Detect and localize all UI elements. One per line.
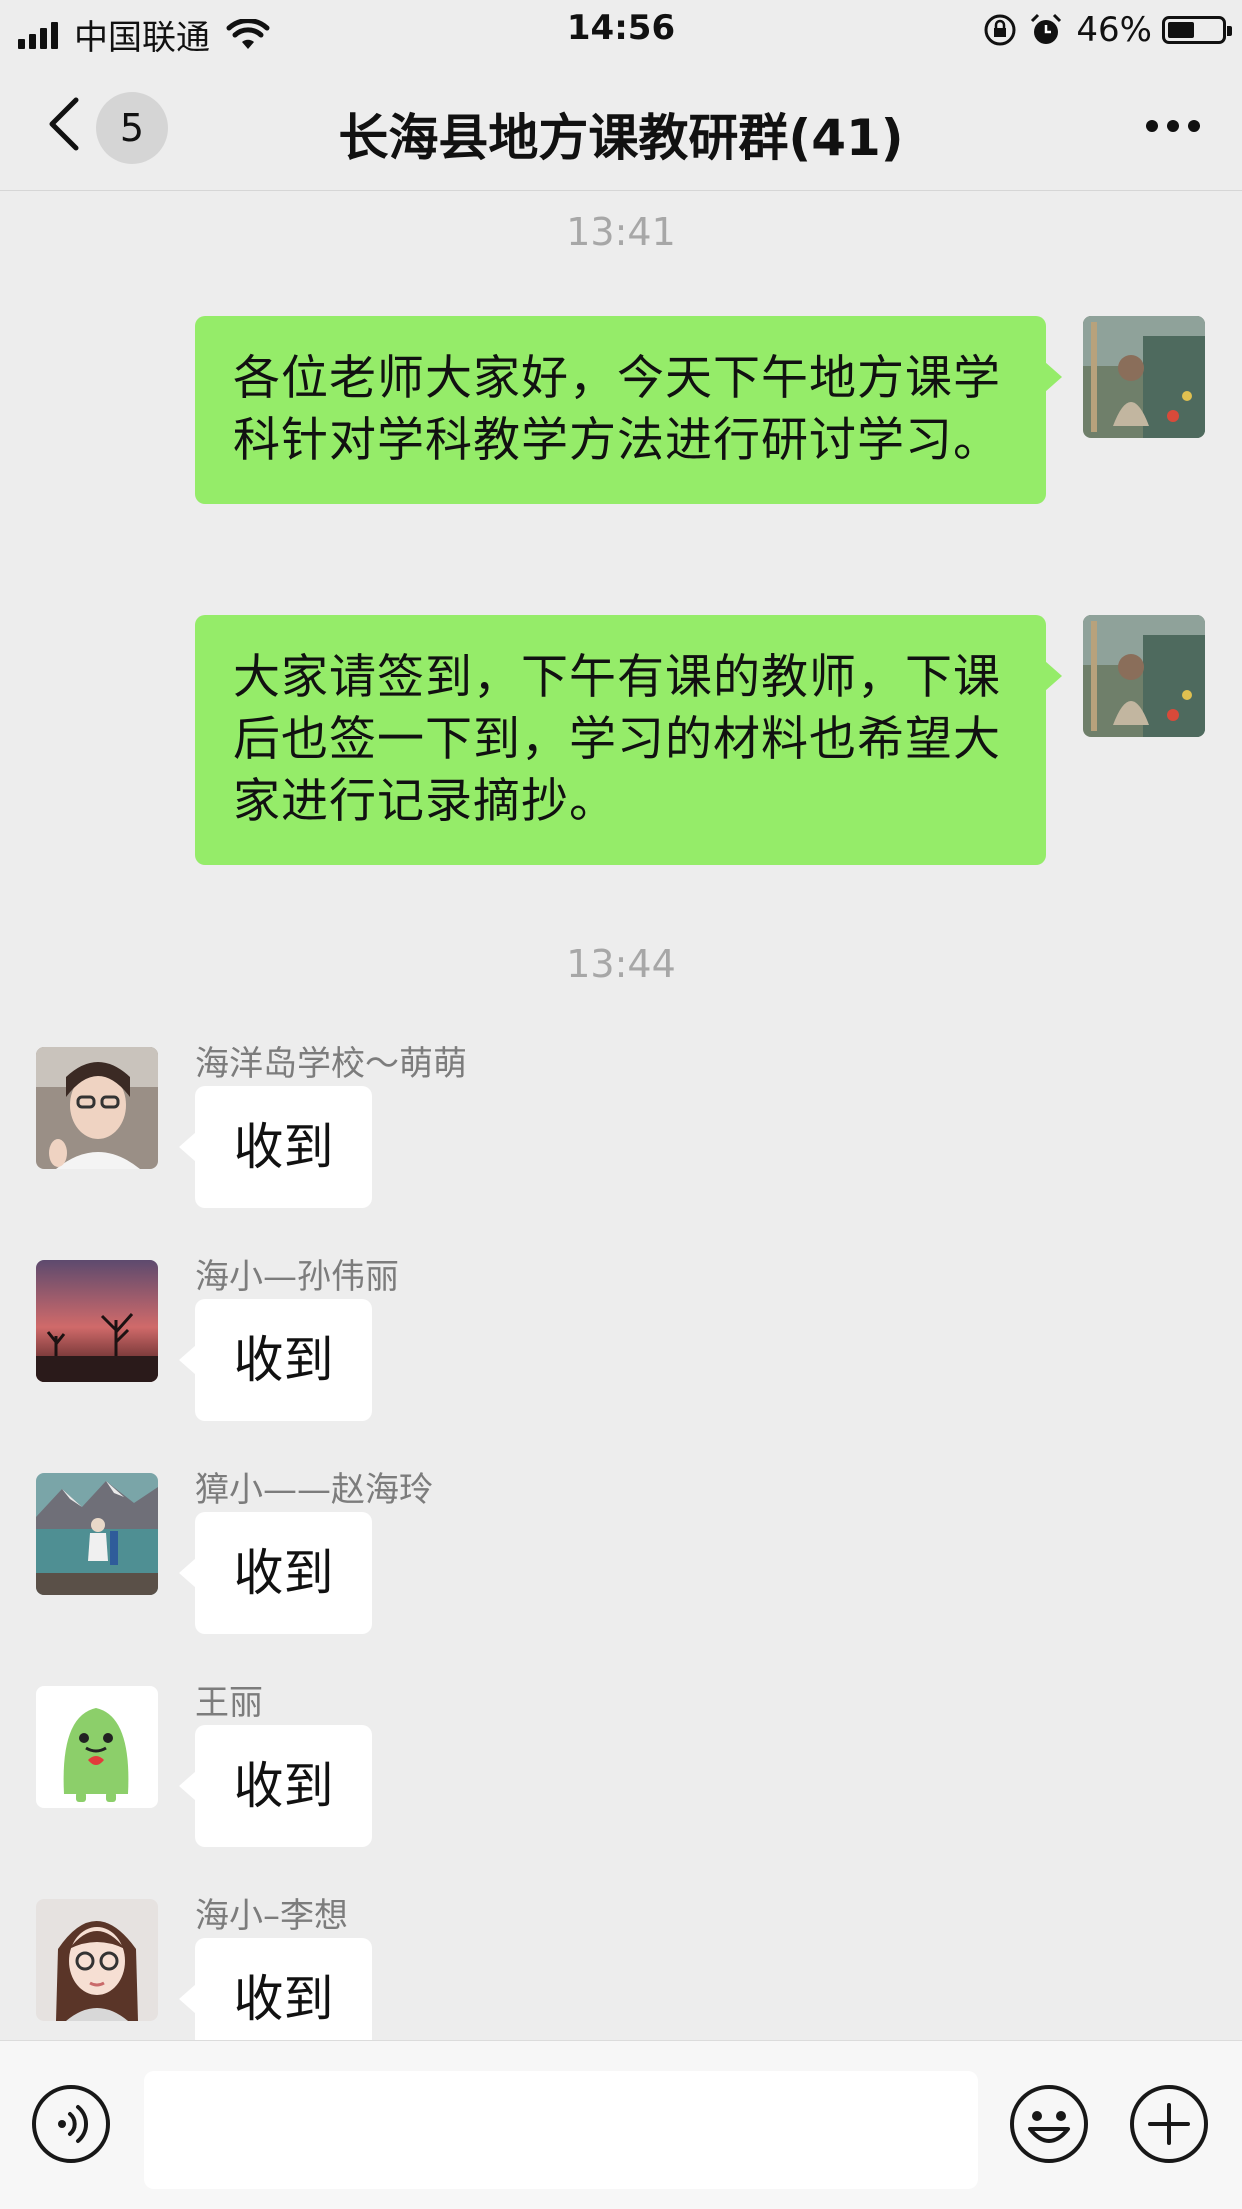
orientation-lock-icon <box>984 14 1016 46</box>
timestamp: 13:44 <box>566 942 676 986</box>
incoming-message[interactable]: 收到 <box>179 1725 372 1847</box>
sender-name: 王丽 <box>195 1683 263 1723</box>
status-right: 46% <box>982 10 1232 50</box>
message-input[interactable] <box>144 2071 978 2189</box>
sender-name: 海小—孙伟丽 <box>195 1257 399 1297</box>
member-avatar[interactable] <box>36 1899 158 2021</box>
incoming-message[interactable]: 收到 <box>179 1086 372 1208</box>
sender-name: 海洋岛学校～萌萌 <box>195 1044 467 1084</box>
outgoing-message[interactable]: 大家请签到，下午有课的教师，下课后也签一下到，学习的材料也希望大家进行记录摘抄。 <box>195 615 1062 865</box>
emoji-icon[interactable] <box>1008 2083 1090 2165</box>
battery-percent: 46% <box>1076 10 1152 50</box>
status-bar: 中国联通 14:56 46% <box>0 0 1242 62</box>
battery-icon <box>1162 16 1232 44</box>
plus-icon[interactable] <box>1128 2083 1210 2165</box>
input-bar <box>0 2040 1242 2209</box>
my-avatar[interactable] <box>1083 615 1205 737</box>
voice-icon[interactable] <box>30 2083 112 2165</box>
page-title: 长海县地方课教研群(41) <box>338 109 904 167</box>
sender-name: 海小–李想 <box>195 1896 348 1936</box>
timestamp: 13:41 <box>566 210 676 254</box>
member-avatar[interactable] <box>36 1473 158 1595</box>
outgoing-message[interactable]: 各位老师大家好，今天下午地方课学科针对学科教学方法进行研讨学习。 <box>195 316 1062 504</box>
incoming-message[interactable]: 收到 <box>179 1512 372 1634</box>
alarm-icon <box>1031 13 1062 44</box>
member-avatar[interactable] <box>36 1686 158 1808</box>
member-avatar[interactable] <box>36 1260 158 1382</box>
my-avatar[interactable] <box>1083 316 1205 438</box>
incoming-message[interactable]: 收到 <box>179 1299 372 1421</box>
sender-name: 獐小——赵海玲 <box>195 1470 433 1510</box>
member-avatar[interactable] <box>36 1047 158 1169</box>
more-icon[interactable] <box>1137 120 1200 132</box>
chat-header: 5 长海县地方课教研群(41) <box>0 62 1242 191</box>
